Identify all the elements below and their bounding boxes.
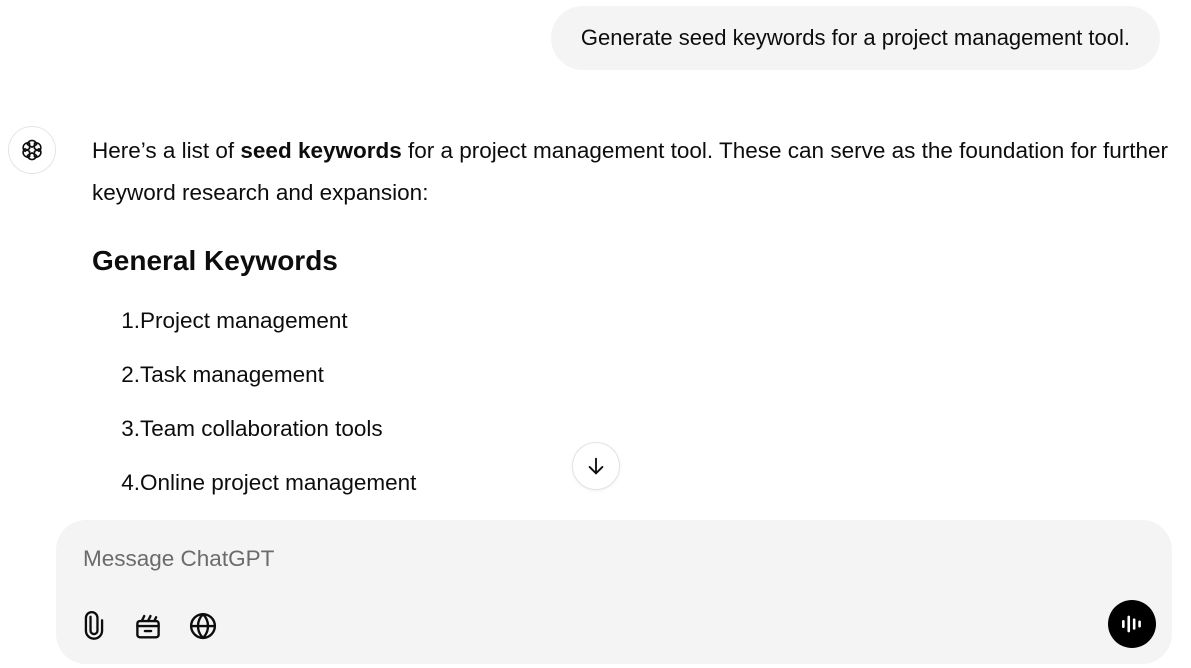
list-item-text: Project management — [140, 308, 348, 333]
search-web-button[interactable] — [183, 606, 223, 646]
list-item-number: 1. — [121, 308, 140, 333]
tools-icon — [136, 614, 160, 639]
list-item: 3. Team collaboration tools — [92, 402, 1172, 456]
globe-icon — [189, 612, 217, 640]
list-item-text: Task management — [140, 362, 324, 387]
attach-button[interactable] — [74, 606, 114, 646]
list-item-number: 2. — [121, 362, 140, 387]
arrow-down-icon — [588, 457, 604, 475]
voice-mode-button[interactable] — [1108, 600, 1156, 648]
user-message-text: Generate seed keywords for a project man… — [580, 25, 1130, 50]
chatgpt-logo-icon — [8, 126, 56, 174]
intro-bold-text: seed keywords — [240, 138, 402, 163]
user-message-bubble: Generate seed keywords for a project man… — [550, 6, 1160, 70]
keyword-list: 1. Project management 2. Task management… — [92, 294, 1172, 510]
paperclip-icon — [84, 611, 104, 640]
message-input[interactable] — [83, 542, 1083, 576]
list-item-text: Team collaboration tools — [140, 416, 383, 441]
list-item: 1. Project management — [92, 294, 1172, 348]
list-item-number: 3. — [121, 416, 140, 441]
chat-page: Generate seed keywords for a project man… — [0, 0, 1191, 668]
intro-text-before: Here’s a list of — [92, 138, 241, 163]
voice-waveform-icon — [1122, 615, 1141, 633]
message-composer — [56, 520, 1172, 664]
tools-button[interactable] — [128, 606, 168, 646]
assistant-intro: Here’s a list of seed keywords for a pro… — [92, 130, 1172, 214]
section-heading: General Keywords — [92, 245, 338, 276]
composer-fade — [0, 500, 1191, 520]
assistant-message: Here’s a list of seed keywords for a pro… — [92, 130, 1172, 510]
scroll-to-bottom-button[interactable] — [572, 442, 620, 490]
list-item: 2. Task management — [92, 348, 1172, 402]
